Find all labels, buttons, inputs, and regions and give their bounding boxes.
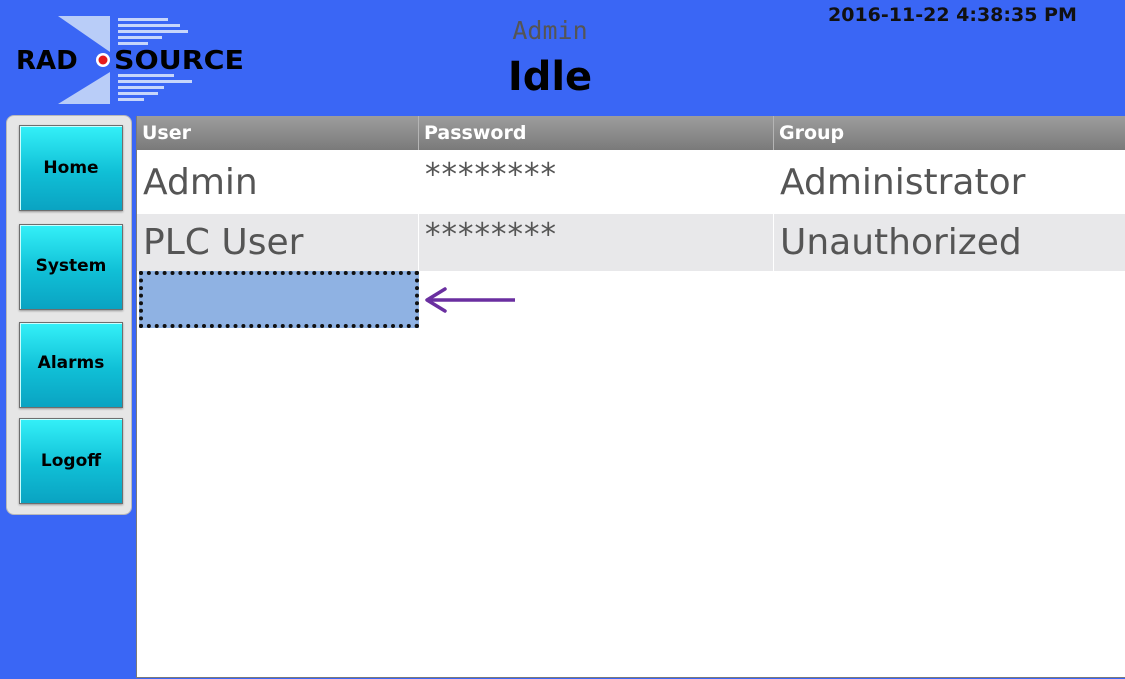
logo-text-right: SOURCE: [114, 46, 244, 76]
logoff-button[interactable]: Logoff: [19, 418, 123, 504]
user-table: User Password Group Admin ******** Admin…: [136, 116, 1125, 678]
cell-password: ********: [425, 157, 557, 193]
table-row[interactable]: PLC User ******** Unauthorized: [137, 214, 1125, 271]
system-button-label: System: [35, 256, 107, 276]
datetime-display: 2016-11-22 4:38:35 PM: [828, 4, 1077, 26]
alarms-button-label: Alarms: [37, 353, 105, 373]
alarms-button[interactable]: Alarms: [19, 322, 123, 408]
cell-group: Administrator: [780, 162, 1026, 203]
current-user-label: Admin: [512, 16, 588, 45]
home-button-label: Home: [43, 158, 99, 178]
table-row[interactable]: Admin ******** Administrator: [137, 152, 1125, 212]
table-header: User Password Group: [137, 116, 1125, 150]
new-user-entry-cell[interactable]: [139, 271, 419, 328]
cell-group: Unauthorized: [780, 222, 1022, 263]
side-navigation: Home System Alarms Logoff: [6, 115, 132, 515]
column-header-group[interactable]: Group: [774, 116, 1125, 150]
column-header-user[interactable]: User: [137, 116, 419, 150]
home-button[interactable]: Home: [19, 125, 123, 211]
column-header-password[interactable]: Password: [419, 116, 774, 150]
logoff-button-label: Logoff: [40, 451, 102, 471]
cell-user: Admin: [143, 162, 258, 203]
arrow-left-icon: [425, 287, 515, 313]
system-button[interactable]: System: [19, 224, 123, 310]
machine-status: Idle: [507, 54, 593, 100]
cell-user: PLC User: [137, 214, 419, 271]
cell-password: ********: [419, 214, 774, 271]
logo-text-left: RAD: [16, 46, 78, 76]
rad-source-logo: RAD SOURCE: [16, 16, 244, 104]
